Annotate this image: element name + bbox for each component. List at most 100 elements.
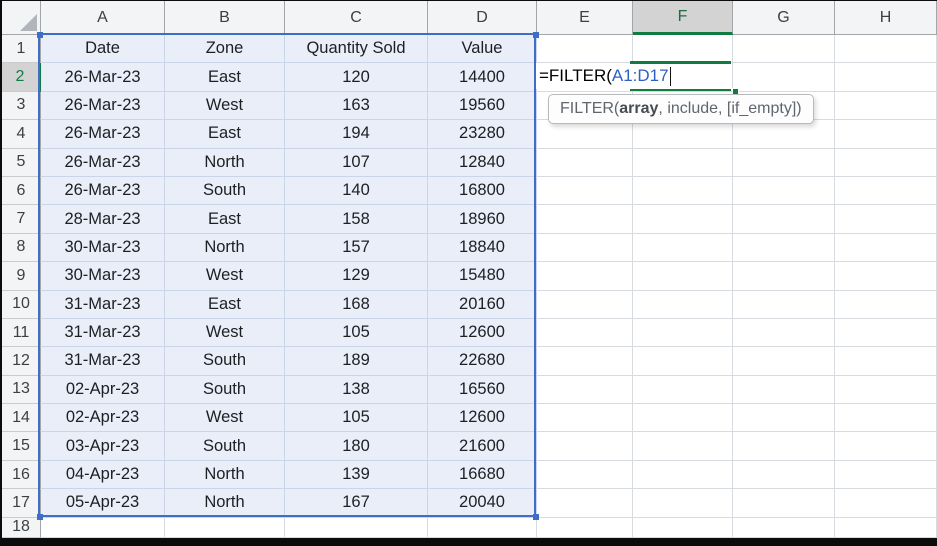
cell-B4[interactable]: East — [165, 120, 285, 149]
row-header-15[interactable]: 15 — [2, 432, 41, 461]
cell-H8[interactable] — [835, 233, 937, 263]
cell-H17[interactable] — [835, 489, 937, 518]
cell-A14[interactable]: 02-Apr-23 — [41, 404, 165, 433]
cell-A9[interactable]: 30-Mar-23 — [41, 262, 165, 291]
cell-C18[interactable] — [285, 517, 428, 538]
cell-E18[interactable] — [537, 517, 633, 538]
column-header-F[interactable]: F — [633, 1, 733, 35]
cell-E5[interactable] — [537, 148, 633, 177]
cell-A18[interactable] — [41, 517, 165, 538]
range-handle-bottom-right[interactable] — [533, 514, 539, 520]
cell-B17[interactable]: North — [165, 489, 285, 518]
cell-B18[interactable] — [165, 517, 285, 538]
cell-D4[interactable]: 23280 — [428, 120, 537, 149]
cell-B12[interactable]: South — [165, 347, 285, 376]
cell-C4[interactable]: 194 — [285, 120, 428, 149]
select-all-button[interactable] — [2, 1, 41, 35]
cell-G4[interactable] — [733, 120, 835, 149]
column-header-A[interactable]: A — [41, 1, 165, 35]
cell-B3[interactable]: West — [165, 91, 285, 121]
cell-A1[interactable]: Date — [41, 35, 165, 64]
cell-A7[interactable]: 28-Mar-23 — [41, 205, 165, 234]
cell-F18[interactable] — [633, 517, 733, 538]
column-header-C[interactable]: C — [285, 1, 428, 35]
cell-C5[interactable]: 107 — [285, 148, 428, 177]
cell-G7[interactable] — [733, 205, 835, 234]
cell-G16[interactable] — [733, 460, 835, 490]
cell-B16[interactable]: North — [165, 460, 285, 490]
cell-B2[interactable]: East — [165, 63, 285, 92]
cell-B15[interactable]: South — [165, 432, 285, 461]
cell-D16[interactable]: 16680 — [428, 460, 537, 490]
cell-B7[interactable]: East — [165, 205, 285, 234]
cell-C9[interactable]: 129 — [285, 262, 428, 291]
cell-G10[interactable] — [733, 290, 835, 319]
cell-H4[interactable] — [835, 120, 937, 149]
cell-E17[interactable] — [537, 489, 633, 518]
cell-A5[interactable]: 26-Mar-23 — [41, 148, 165, 177]
cell-C2[interactable]: 120 — [285, 63, 428, 92]
cell-A17[interactable]: 05-Apr-23 — [41, 489, 165, 518]
cell-C14[interactable]: 105 — [285, 404, 428, 433]
column-header-D[interactable]: D — [428, 1, 537, 35]
cell-G15[interactable] — [733, 432, 835, 461]
cell-G13[interactable] — [733, 375, 835, 405]
cell-F14[interactable] — [633, 404, 733, 433]
row-header-4[interactable]: 4 — [2, 120, 41, 149]
column-header-B[interactable]: B — [165, 1, 285, 35]
cell-H5[interactable] — [835, 148, 937, 177]
cell-E1[interactable] — [537, 35, 633, 64]
row-header-10[interactable]: 10 — [2, 290, 41, 319]
cell-C16[interactable]: 139 — [285, 460, 428, 490]
row-header-5[interactable]: 5 — [2, 148, 41, 177]
range-handle-top-right[interactable] — [533, 32, 539, 38]
column-header-E[interactable]: E — [537, 1, 633, 35]
cell-D5[interactable]: 12840 — [428, 148, 537, 177]
cell-B8[interactable]: North — [165, 233, 285, 263]
cell-A12[interactable]: 31-Mar-23 — [41, 347, 165, 376]
range-handle-top-left[interactable] — [37, 32, 43, 38]
cell-C17[interactable]: 167 — [285, 489, 428, 518]
cell-H3[interactable] — [835, 91, 937, 121]
cell-G2[interactable] — [733, 63, 835, 92]
cell-F16[interactable] — [633, 460, 733, 490]
cell-F6[interactable] — [633, 176, 733, 206]
cell-D18[interactable] — [428, 517, 537, 538]
cell-G14[interactable] — [733, 404, 835, 433]
cell-A15[interactable]: 03-Apr-23 — [41, 432, 165, 461]
row-header-9[interactable]: 9 — [2, 262, 41, 291]
cell-F15[interactable] — [633, 432, 733, 461]
cell-F5[interactable] — [633, 148, 733, 177]
row-header-14[interactable]: 14 — [2, 404, 41, 433]
cell-C11[interactable]: 105 — [285, 318, 428, 348]
cell-C15[interactable]: 180 — [285, 432, 428, 461]
cell-D17[interactable]: 20040 — [428, 489, 537, 518]
cell-F4[interactable] — [633, 120, 733, 149]
cell-H9[interactable] — [835, 262, 937, 291]
cell-H2[interactable] — [835, 63, 937, 92]
cell-H13[interactable] — [835, 375, 937, 405]
cell-A11[interactable]: 31-Mar-23 — [41, 318, 165, 348]
cell-B5[interactable]: North — [165, 148, 285, 177]
cell-E11[interactable] — [537, 318, 633, 348]
cell-C1[interactable]: Quantity Sold — [285, 35, 428, 64]
cell-F8[interactable] — [633, 233, 733, 263]
cell-A8[interactable]: 30-Mar-23 — [41, 233, 165, 263]
cell-B13[interactable]: South — [165, 375, 285, 405]
row-header-13[interactable]: 13 — [2, 375, 41, 405]
cell-H12[interactable] — [835, 347, 937, 376]
cell-A10[interactable]: 31-Mar-23 — [41, 290, 165, 319]
column-header-G[interactable]: G — [733, 1, 835, 35]
cell-G17[interactable] — [733, 489, 835, 518]
row-header-12[interactable]: 12 — [2, 347, 41, 376]
cell-F17[interactable] — [633, 489, 733, 518]
cell-C13[interactable]: 138 — [285, 375, 428, 405]
cell-H16[interactable] — [835, 460, 937, 490]
cell-F12[interactable] — [633, 347, 733, 376]
cell-H6[interactable] — [835, 176, 937, 206]
cell-E10[interactable] — [537, 290, 633, 319]
cell-A13[interactable]: 02-Apr-23 — [41, 375, 165, 405]
cell-D10[interactable]: 20160 — [428, 290, 537, 319]
cell-G8[interactable] — [733, 233, 835, 263]
cell-D6[interactable]: 16800 — [428, 176, 537, 206]
